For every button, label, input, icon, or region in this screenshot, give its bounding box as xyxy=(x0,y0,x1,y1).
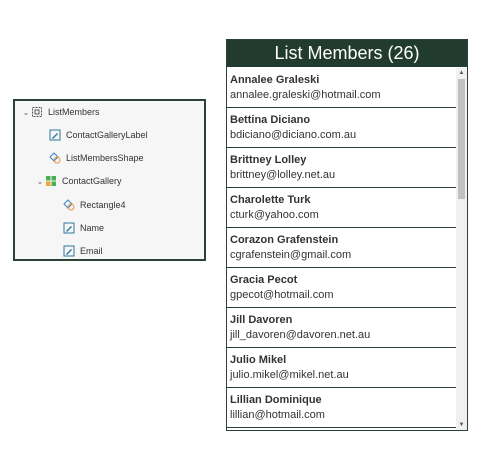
list-item[interactable]: Jill Davoren jill_davoren@davoren.net.au xyxy=(227,308,457,348)
list-item[interactable]: Bettina Diciano bdiciano@diciano.com.au xyxy=(227,108,457,148)
member-email: cturk@yahoo.com xyxy=(230,209,319,221)
list-item[interactable]: Gracia Pecot gpecot@hotmail.com xyxy=(227,268,457,308)
tree-node-contactgallery[interactable]: ⌄ ContactGallery xyxy=(35,173,122,189)
member-name: Gracia Pecot xyxy=(230,274,298,286)
member-email: cgrafenstein@gmail.com xyxy=(230,249,352,261)
member-name: Bettina Diciano xyxy=(230,114,311,126)
member-name: Jill Davoren xyxy=(230,314,293,326)
vertical-scrollbar[interactable]: ▲ ▼ xyxy=(456,68,467,430)
member-email: gpecot@hotmail.com xyxy=(230,289,334,301)
tree-node-name[interactable]: Name xyxy=(63,220,104,236)
tree-node-label: ContactGallery xyxy=(62,176,122,186)
tree-node-label: Rectangle4 xyxy=(80,200,126,210)
member-email: annalee.graleski@hotmail.com xyxy=(230,89,381,101)
shape-icon xyxy=(49,152,61,164)
member-email: jill_davoren@davoren.net.au xyxy=(230,329,371,341)
chevron-down-icon[interactable]: ⌄ xyxy=(35,177,45,186)
list-item[interactable]: Brittney Lolley brittney@lolley.net.au xyxy=(227,148,457,188)
member-email: bdiciano@diciano.com.au xyxy=(230,129,357,141)
member-email: julio.mikel@mikel.net.au xyxy=(230,369,349,381)
list-item[interactable]: Lillian Dominique lillian@hotmail.com xyxy=(227,388,457,428)
tree-node-label: ListMembersShape xyxy=(66,153,144,163)
tree-view-panel: ⌄ ListMembers ContactGalleryLabel ListMe… xyxy=(13,99,206,261)
tree-node-listmembers[interactable]: ⌄ ListMembers xyxy=(21,104,100,120)
list-item[interactable]: Corazon Grafenstein cgrafenstein@gmail.c… xyxy=(227,228,457,268)
member-name: Julio Mikel xyxy=(230,354,287,366)
list-item[interactable]: Julio Mikel julio.mikel@mikel.net.au xyxy=(227,348,457,388)
tree-node-rectangle4[interactable]: Rectangle4 xyxy=(63,197,126,213)
list-item[interactable]: Annalee Graleski annalee.graleski@hotmai… xyxy=(227,68,457,108)
tree-node-label: Name xyxy=(80,223,105,233)
member-name: Annalee Graleski xyxy=(230,74,320,86)
scroll-up-arrow-icon[interactable]: ▲ xyxy=(456,68,467,78)
member-email: brittney@lolley.net.au xyxy=(230,169,336,181)
tree-node-contactgallerylabel[interactable]: ContactGalleryLabel xyxy=(49,127,148,143)
scrollbar-thumb[interactable] xyxy=(458,79,465,199)
shape-icon xyxy=(63,199,75,211)
scroll-down-arrow-icon[interactable]: ▼ xyxy=(456,420,467,430)
member-name: Charolette Turk xyxy=(230,194,311,206)
label-edit-icon xyxy=(63,222,75,234)
list-item[interactable]: Charolette Turk cturk@yahoo.com xyxy=(227,188,457,228)
tree-node-listmembersshape[interactable]: ListMembersShape xyxy=(49,150,144,166)
tree-node-label: ListMembers xyxy=(48,107,100,117)
tree-node-email[interactable]: Email xyxy=(63,243,103,259)
label-edit-icon xyxy=(63,245,75,257)
member-name: Corazon Grafenstein xyxy=(230,234,339,246)
list-members-screen: List Members (26) Annalee Graleski annal… xyxy=(226,39,468,431)
label-edit-icon xyxy=(49,129,61,141)
tree-node-label: Email xyxy=(80,246,103,256)
contact-gallery[interactable]: Annalee Graleski annalee.graleski@hotmai… xyxy=(227,68,457,430)
screen-icon xyxy=(31,106,43,118)
member-email: lillian@hotmail.com xyxy=(230,409,325,421)
tree-node-label: ContactGalleryLabel xyxy=(66,130,148,140)
member-name: Lillian Dominique xyxy=(230,394,322,406)
list-title: List Members (26) xyxy=(227,40,467,67)
chevron-down-icon[interactable]: ⌄ xyxy=(21,108,31,117)
member-name: Brittney Lolley xyxy=(230,154,307,166)
gallery-icon xyxy=(45,175,57,187)
